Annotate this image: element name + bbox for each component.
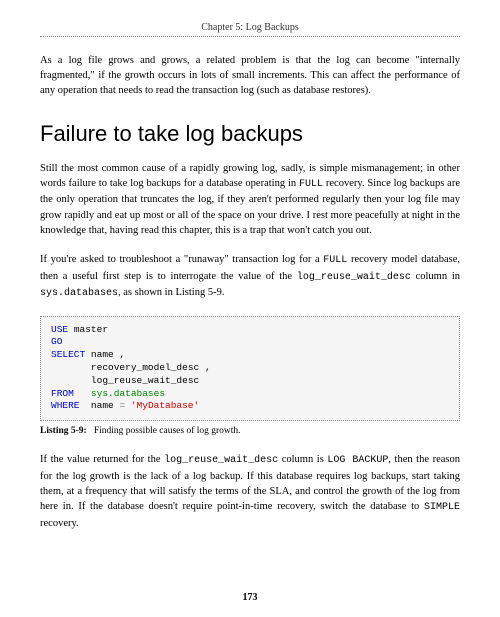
col-name: name ,	[91, 349, 125, 360]
paragraph-2-text-c: column in	[411, 271, 460, 282]
chapter-header: Chapter 5: Log Backups	[40, 22, 460, 37]
col-rmd: recovery_model_desc ,	[91, 362, 211, 373]
paragraph-1: Still the most common cause of a rapidly…	[40, 161, 460, 238]
kw-master: master	[74, 324, 108, 335]
kw-from: FROM	[51, 388, 74, 399]
code-line-1: USE master	[51, 324, 449, 337]
paragraph-3: If the value returned for the log_reuse_…	[40, 452, 460, 531]
kw-use: USE	[51, 324, 68, 335]
paragraph-2-code-1: FULL	[323, 255, 347, 266]
code-listing: USE master GO SELECT name , recovery_mod…	[40, 316, 460, 422]
code-line-6: FROM sys.databases	[51, 388, 449, 401]
kw-mydb: 'MyDatabase'	[131, 400, 199, 411]
paragraph-3-text-d: recovery.	[40, 518, 79, 529]
code-line-2: GO	[51, 336, 449, 349]
kw-select: SELECT	[51, 349, 85, 360]
paragraph-2: If you're asked to troubleshoot a "runaw…	[40, 252, 460, 302]
paragraph-3-code-3: SIMPLE	[424, 502, 460, 513]
kw-eq: =	[119, 400, 125, 411]
page-number: 173	[0, 592, 500, 603]
kw-name-eq: name	[91, 400, 114, 411]
kw-where: WHERE	[51, 400, 80, 411]
paragraph-1-code-1: FULL	[299, 179, 323, 190]
paragraph-2-code-2: log_reuse_wait_desc	[297, 272, 411, 283]
kw-go: GO	[51, 336, 62, 347]
paragraph-3-code-2: LOG BACKUP	[327, 455, 388, 466]
paragraph-2-text-a: If you're asked to troubleshoot a "runaw…	[40, 254, 323, 265]
code-line-7: WHERE name = 'MyDatabase'	[51, 400, 449, 413]
col-lrwd: log_reuse_wait_desc	[91, 375, 199, 386]
code-line-3: SELECT name ,	[51, 349, 449, 362]
listing-caption: Listing 5-9: Finding possible causes of …	[40, 426, 460, 436]
paragraph-3-text-b: column is	[278, 454, 327, 465]
section-heading: Failure to take log backups	[40, 121, 460, 147]
paragraph-2-code-3: sys.databases	[40, 288, 118, 299]
code-line-5: log_reuse_wait_desc	[51, 375, 449, 388]
kw-sysdb: sys.databases	[91, 388, 165, 399]
listing-caption-text: Finding possible causes of log growth.	[94, 426, 241, 436]
paragraph-3-text-a: If the value returned for the	[40, 454, 164, 465]
intro-paragraph: As a log file grows and grows, a related…	[40, 53, 460, 99]
code-line-4: recovery_model_desc ,	[51, 362, 449, 375]
listing-label: Listing 5-9:	[40, 426, 87, 436]
paragraph-2-text-d: , as shown in Listing 5-9.	[118, 287, 224, 298]
paragraph-3-code-1: log_reuse_wait_desc	[164, 455, 278, 466]
